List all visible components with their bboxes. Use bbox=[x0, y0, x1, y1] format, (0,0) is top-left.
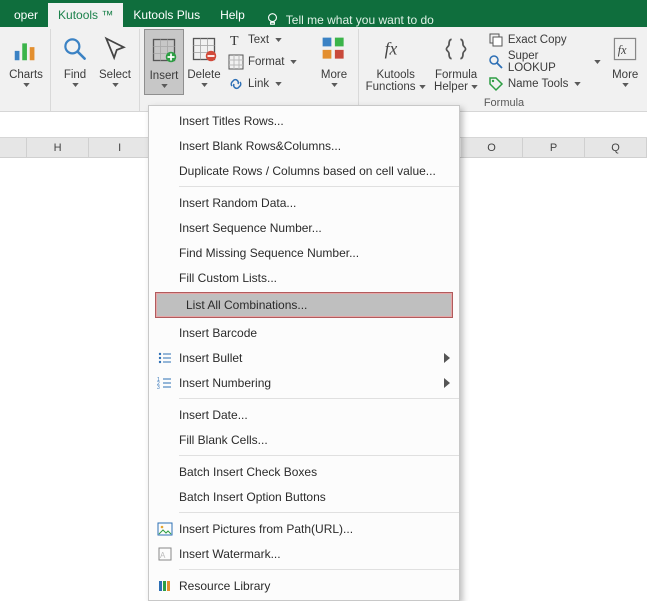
insert-button[interactable]: Insert bbox=[144, 29, 184, 95]
chart-icon bbox=[11, 34, 41, 64]
svg-text:fx: fx bbox=[618, 43, 627, 57]
svg-text:T: T bbox=[230, 34, 239, 48]
select-icon bbox=[101, 35, 129, 63]
col-i[interactable]: I bbox=[89, 138, 151, 157]
braces-icon bbox=[442, 35, 470, 63]
delete-grid-icon bbox=[190, 35, 218, 63]
text-icon: T bbox=[228, 32, 244, 48]
find-button[interactable]: Find bbox=[55, 29, 95, 95]
menu-insert-sequence-number[interactable]: Insert Sequence Number... bbox=[149, 215, 459, 240]
menu-insert-random-data[interactable]: Insert Random Data... bbox=[149, 190, 459, 215]
more-grid-icon bbox=[320, 35, 348, 63]
more-1-button[interactable]: More bbox=[314, 29, 354, 95]
tag-icon bbox=[488, 76, 504, 92]
tell-me-placeholder: Tell me what you want to do bbox=[286, 13, 434, 27]
svg-text:3: 3 bbox=[157, 385, 160, 391]
fx-icon: fx bbox=[382, 35, 410, 63]
name-tools-button[interactable]: Name Tools bbox=[484, 73, 606, 95]
col-q[interactable]: Q bbox=[585, 138, 647, 157]
ribbon: Charts Find bbox=[0, 27, 647, 112]
menu-insert-watermark[interactable]: A Insert Watermark... bbox=[149, 541, 459, 566]
menu-batch-checkboxes[interactable]: Batch Insert Check Boxes bbox=[149, 459, 459, 484]
numbered-list-icon: 123 bbox=[153, 373, 177, 393]
lookup-icon bbox=[488, 54, 504, 70]
menu-insert-barcode[interactable]: Insert Barcode bbox=[149, 320, 459, 345]
image-icon bbox=[153, 519, 177, 539]
menu-insert-blank-rows[interactable]: Insert Blank Rows&Columns... bbox=[149, 133, 459, 158]
menu-insert-titles-rows[interactable]: Insert Titles Rows... bbox=[149, 108, 459, 133]
charts-button[interactable]: Charts bbox=[6, 29, 46, 95]
bullet-list-icon bbox=[153, 348, 177, 368]
tab-kutools-plus[interactable]: Kutools Plus bbox=[123, 3, 210, 27]
delete-button[interactable]: Delete bbox=[184, 29, 224, 95]
tab-kutools[interactable]: Kutools ™ bbox=[48, 3, 123, 27]
menu-duplicate-rows[interactable]: Duplicate Rows / Columns based on cell v… bbox=[149, 158, 459, 183]
link-icon bbox=[228, 76, 244, 92]
menu-fill-blank-cells[interactable]: Fill Blank Cells... bbox=[149, 427, 459, 452]
kutools-functions-button[interactable]: fx KutoolsFunctions bbox=[363, 29, 428, 95]
insert-dropdown-menu: Insert Titles Rows... Insert Blank Rows&… bbox=[148, 105, 460, 601]
menu-insert-date[interactable]: Insert Date... bbox=[149, 402, 459, 427]
lightbulb-icon bbox=[265, 12, 280, 27]
menu-fill-custom-lists[interactable]: Fill Custom Lists... bbox=[149, 265, 459, 290]
tell-me-search[interactable]: Tell me what you want to do bbox=[255, 12, 444, 27]
formula-helper-button[interactable]: FormulaHelper bbox=[428, 29, 483, 95]
chevron-right-icon bbox=[443, 378, 451, 388]
col-p[interactable]: P bbox=[523, 138, 585, 157]
library-icon bbox=[153, 576, 177, 596]
menu-insert-pictures-url[interactable]: Insert Pictures from Path(URL)... bbox=[149, 516, 459, 541]
svg-text:A: A bbox=[160, 551, 166, 560]
col-o[interactable]: O bbox=[461, 138, 523, 157]
text-button[interactable]: T Text bbox=[224, 29, 314, 51]
menu-list-all-combinations[interactable]: List All Combinations... bbox=[155, 292, 453, 318]
exact-copy-button[interactable]: Exact Copy bbox=[484, 29, 606, 51]
more-2-button[interactable]: fx More bbox=[605, 29, 645, 95]
col-h[interactable]: H bbox=[27, 138, 89, 157]
find-icon bbox=[61, 35, 89, 63]
super-lookup-button[interactable]: Super LOOKUP bbox=[484, 51, 606, 73]
insert-grid-icon bbox=[150, 36, 178, 64]
chevron-right-icon bbox=[443, 353, 451, 363]
fx-boxed-icon: fx bbox=[612, 36, 638, 62]
menu-batch-option-buttons[interactable]: Batch Insert Option Buttons bbox=[149, 484, 459, 509]
tab-help[interactable]: Help bbox=[210, 3, 255, 27]
select-button[interactable]: Select bbox=[95, 29, 135, 95]
watermark-icon: A bbox=[153, 544, 177, 564]
menu-insert-numbering[interactable]: 123 Insert Numbering bbox=[149, 370, 459, 395]
copy-icon bbox=[488, 32, 504, 48]
link-button[interactable]: Link bbox=[224, 73, 314, 95]
menu-find-missing-sequence[interactable]: Find Missing Sequence Number... bbox=[149, 240, 459, 265]
menu-resource-library[interactable]: Resource Library bbox=[149, 573, 459, 598]
format-icon bbox=[228, 54, 244, 70]
tab-developer-partial[interactable]: oper bbox=[4, 3, 48, 27]
format-button[interactable]: Format bbox=[224, 51, 314, 73]
menu-insert-bullet[interactable]: Insert Bullet bbox=[149, 345, 459, 370]
svg-text:fx: fx bbox=[384, 38, 397, 58]
